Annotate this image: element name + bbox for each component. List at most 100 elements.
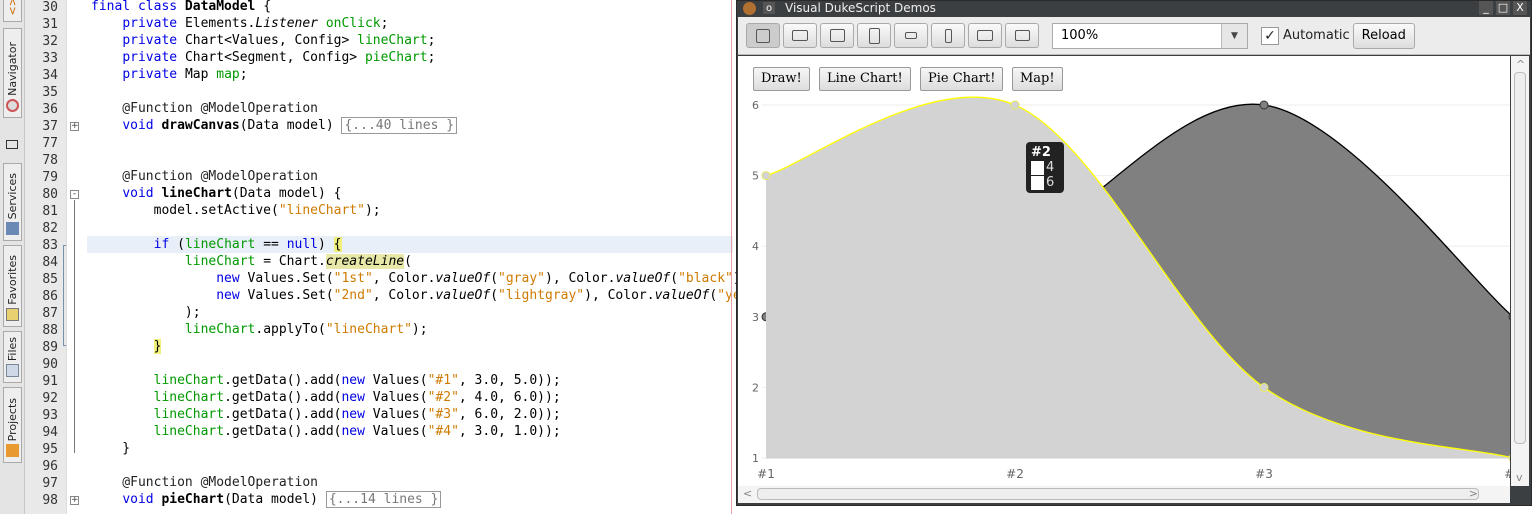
data-point bbox=[1259, 100, 1269, 110]
maximize-button[interactable]: □ bbox=[1496, 1, 1510, 15]
code-line: } bbox=[91, 441, 130, 458]
vertical-scrollbar[interactable]: ^ v bbox=[1511, 56, 1529, 486]
line-chart[interactable]: 1 2 3 4 5 6 #1 #2 #3 #4 bbox=[738, 56, 1510, 486]
code-token: lineChart bbox=[153, 407, 225, 422]
x-tick-label: #4 bbox=[1504, 467, 1510, 481]
code-token: @Function @ModelOperation bbox=[91, 101, 318, 116]
projects-icon bbox=[6, 444, 19, 457]
code-token: model.setActive( bbox=[91, 203, 279, 218]
device-button-fit[interactable] bbox=[746, 23, 780, 48]
code-token: "black" bbox=[678, 271, 733, 286]
tab-favorites[interactable]: Favorites bbox=[3, 245, 22, 327]
reload-button[interactable]: Reload bbox=[1352, 22, 1415, 49]
device-button-laptop[interactable] bbox=[1005, 23, 1039, 48]
tab-files[interactable]: Files bbox=[3, 331, 22, 383]
code-token: (Data model) bbox=[224, 492, 326, 507]
code-line: final class DataModel { bbox=[91, 0, 271, 16]
code-line: private Chart<Segment, Config> pieChart; bbox=[91, 50, 435, 67]
line-number: 33 bbox=[42, 51, 58, 66]
code-token: ); bbox=[91, 305, 201, 320]
code-token: "#3" bbox=[427, 407, 459, 422]
x-tick-label: #2 bbox=[1006, 467, 1024, 481]
code-line: lineChart.getData().add(new Values("#1",… bbox=[91, 373, 561, 390]
device-button-tablet-landscape[interactable] bbox=[820, 23, 854, 48]
y-tick-label: 5 bbox=[752, 170, 759, 183]
tab-projects[interactable]: Projects bbox=[3, 387, 22, 463]
line-number: 31 bbox=[42, 17, 58, 32]
horizontal-scrollbar[interactable]: < > bbox=[738, 486, 1510, 503]
code-token: , Color. bbox=[372, 271, 436, 286]
code-token: new bbox=[341, 390, 373, 405]
folded-code-block[interactable]: {...14 lines } bbox=[325, 491, 442, 508]
device-button-tablet-portrait[interactable] bbox=[857, 23, 891, 48]
automatic-checkbox[interactable]: ✓ Automatic bbox=[1261, 26, 1350, 45]
code-token: ( bbox=[404, 254, 412, 269]
code-token: valueOf bbox=[615, 271, 671, 286]
code-token: Values.Set( bbox=[247, 288, 334, 303]
files-icon bbox=[6, 364, 19, 377]
window-title-bar[interactable]: o Visual DukeScript Demos _ □ X bbox=[737, 1, 1531, 17]
code-token: new bbox=[341, 424, 373, 439]
compass-icon bbox=[6, 99, 19, 112]
code-token: ; bbox=[427, 50, 436, 65]
code-token: "lineChart" bbox=[325, 322, 412, 337]
laptop-icon bbox=[1014, 30, 1030, 41]
line-number: 94 bbox=[42, 425, 58, 440]
minimize-button[interactable]: _ bbox=[1479, 1, 1493, 15]
tooltip-title: #2 bbox=[1031, 145, 1051, 160]
zoom-select[interactable]: 100% ▼ bbox=[1052, 22, 1248, 49]
navigator-code-tab[interactable]: <> bbox=[3, 0, 22, 22]
window-menu-icon[interactable]: o bbox=[763, 2, 775, 14]
code-token: "lightgray" bbox=[498, 288, 585, 303]
checkmark-icon: ✓ bbox=[1261, 26, 1279, 45]
collapse-fold-icon[interactable]: - bbox=[70, 190, 79, 199]
data-point bbox=[1010, 100, 1020, 110]
code-token: (Data model) { bbox=[231, 186, 342, 201]
y-tick-label: 2 bbox=[752, 381, 759, 394]
code-token: , 4.0, 6.0)); bbox=[458, 390, 561, 405]
preview-window: o Visual DukeScript Demos _ □ X 100% ▼ ✓ Aut… bbox=[736, 0, 1532, 506]
expand-fold-icon[interactable]: + bbox=[70, 122, 79, 131]
code-token: new bbox=[216, 288, 248, 303]
code-token: "1st" bbox=[333, 271, 373, 286]
chevron-down-icon[interactable]: ▼ bbox=[1221, 23, 1247, 48]
code-line: new Values.Set("1st", Color.valueOf("gra… bbox=[91, 271, 740, 288]
code-token: createLine bbox=[325, 254, 405, 269]
device-button-phone-landscape[interactable] bbox=[894, 23, 928, 48]
line-number: 78 bbox=[42, 153, 58, 168]
folded-code-block[interactable]: {...40 lines } bbox=[341, 117, 458, 134]
device-button-wide[interactable] bbox=[968, 23, 1002, 48]
code-token: = Chart. bbox=[255, 254, 326, 269]
tablet-portrait-icon bbox=[868, 27, 880, 44]
code-line: new Values.Set("2nd", Color.valueOf("lig… bbox=[91, 288, 740, 305]
code-token: private bbox=[122, 33, 185, 48]
restore-window-icon[interactable] bbox=[6, 140, 18, 149]
expand-fold-icon[interactable]: + bbox=[70, 496, 79, 505]
x-tick-label: #3 bbox=[1255, 467, 1273, 481]
code-token: Elements. bbox=[184, 16, 256, 31]
device-button-desktop[interactable] bbox=[783, 23, 817, 48]
line-number: 90 bbox=[42, 357, 58, 372]
code-token: ( bbox=[490, 288, 499, 303]
line-number: 89 bbox=[42, 340, 58, 355]
fit-icon bbox=[756, 28, 770, 43]
line-number: 93 bbox=[42, 408, 58, 423]
tab-navigator[interactable]: Navigator bbox=[3, 28, 22, 118]
code-token: Values( bbox=[372, 424, 428, 439]
line-number: 37 bbox=[42, 119, 58, 134]
tab-services[interactable]: Services bbox=[3, 163, 22, 241]
line-number: 88 bbox=[42, 323, 58, 338]
device-button-phone-portrait[interactable] bbox=[931, 23, 965, 48]
code-token: Chart<Segment, Config> bbox=[184, 50, 365, 65]
code-token: if bbox=[153, 237, 178, 252]
line-number: 30 bbox=[42, 0, 58, 15]
code-token: .getData().add( bbox=[224, 424, 342, 439]
code-line: @Function @ModelOperation bbox=[91, 475, 318, 492]
code-token: Values( bbox=[372, 390, 428, 405]
close-button[interactable]: X bbox=[1513, 1, 1527, 15]
code-token: { bbox=[333, 237, 342, 252]
code-token: lineChart bbox=[153, 390, 225, 405]
